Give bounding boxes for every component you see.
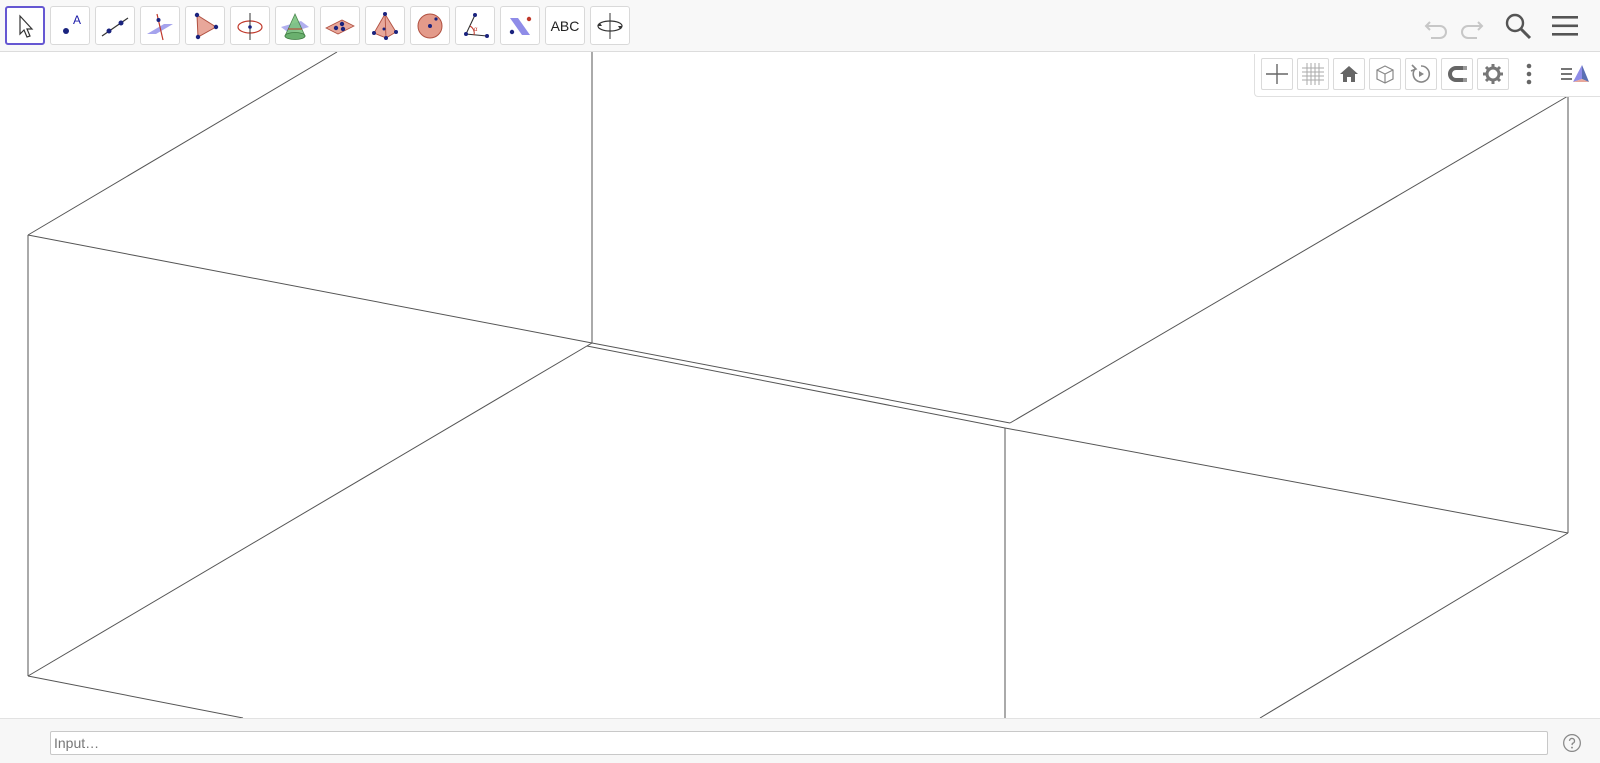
box-edge xyxy=(27,675,244,718)
pyramid-icon xyxy=(372,11,398,40)
box-edge xyxy=(1009,95,1569,424)
reflect-tool-button[interactable] xyxy=(500,6,540,45)
gear-icon xyxy=(1483,64,1503,84)
polygon-tool-button[interactable] xyxy=(185,6,225,45)
box-edge xyxy=(27,234,593,344)
box-edge xyxy=(27,342,593,677)
perspectives-button[interactable] xyxy=(1559,58,1591,90)
view-direction-button[interactable] xyxy=(1369,58,1401,90)
line-icon xyxy=(101,17,129,36)
line-tool-button[interactable] xyxy=(95,6,135,45)
sphere-tool-button[interactable] xyxy=(410,6,450,45)
point-tool-button[interactable]: A xyxy=(50,6,90,45)
cone-intersect-icon xyxy=(281,12,309,40)
circle-axis-point-tool-button[interactable] xyxy=(230,6,270,45)
perpendicular-line-tool-button[interactable] xyxy=(140,6,180,45)
magnet-icon xyxy=(1448,66,1467,82)
move-tool-button[interactable] xyxy=(5,6,45,45)
cube-view-icon xyxy=(1376,65,1394,84)
redo-icon xyxy=(1461,21,1484,39)
perspectives-icon xyxy=(1561,65,1589,82)
graphics-style-bar xyxy=(1254,54,1600,97)
input-bar xyxy=(0,718,1600,763)
undo-button[interactable] xyxy=(1420,10,1452,42)
help-icon xyxy=(1563,734,1581,752)
pyramid-tool-button[interactable] xyxy=(365,6,405,45)
box-edge xyxy=(586,345,1006,429)
box-edge xyxy=(591,342,1011,424)
search-icon xyxy=(1505,13,1532,40)
text-tool-button[interactable]: ABC xyxy=(545,6,585,45)
perpendicular-icon xyxy=(147,13,173,40)
polygon-icon xyxy=(194,12,219,39)
home-icon xyxy=(1340,66,1358,82)
box-edge xyxy=(1259,532,1569,718)
text-tool-label: ABC xyxy=(550,17,580,34)
graphics-3d-view[interactable] xyxy=(0,52,1600,718)
more-options-button[interactable] xyxy=(1513,58,1545,90)
main-menu-button[interactable] xyxy=(1549,10,1581,42)
toolbar: A α ABC xyxy=(0,0,1600,52)
hamburger-menu-icon xyxy=(1552,16,1578,36)
plane-points-icon xyxy=(325,19,355,34)
standard-view-button[interactable] xyxy=(1333,58,1365,90)
algebra-input-field[interactable] xyxy=(50,731,1548,755)
axes-icon xyxy=(1266,64,1288,84)
rotate-view-tool-button[interactable] xyxy=(590,6,630,45)
point-icon: A xyxy=(63,13,81,34)
circle-axis-icon xyxy=(237,12,263,40)
toggle-axes-button[interactable] xyxy=(1261,58,1293,90)
svg-text:α: α xyxy=(474,27,478,33)
sphere-icon xyxy=(417,13,443,38)
undo-icon xyxy=(1424,21,1447,39)
reflect-icon xyxy=(509,16,532,35)
angle-tool-button[interactable]: α xyxy=(455,6,495,45)
rotate-icon xyxy=(1410,64,1431,83)
angle-icon: α xyxy=(464,12,489,38)
more-icon xyxy=(1526,63,1532,85)
plane-through-points-tool-button[interactable] xyxy=(320,6,360,45)
rotate-view-button[interactable] xyxy=(1405,58,1437,90)
redo-button[interactable] xyxy=(1456,10,1488,42)
rotate-view-icon xyxy=(597,12,623,39)
svg-text:A: A xyxy=(73,13,81,27)
intersect-surfaces-tool-button[interactable] xyxy=(275,6,315,45)
search-button[interactable] xyxy=(1502,10,1534,42)
settings-button[interactable] xyxy=(1477,58,1509,90)
arrow-cursor-icon xyxy=(19,13,34,38)
toggle-grid-button[interactable] xyxy=(1297,58,1329,90)
grid-icon xyxy=(1302,63,1324,85)
box-edge xyxy=(1004,427,1569,534)
clipping-box xyxy=(27,52,1569,718)
box-edge xyxy=(27,52,338,236)
input-help-button[interactable] xyxy=(1560,731,1584,755)
point-capturing-button[interactable] xyxy=(1441,58,1473,90)
